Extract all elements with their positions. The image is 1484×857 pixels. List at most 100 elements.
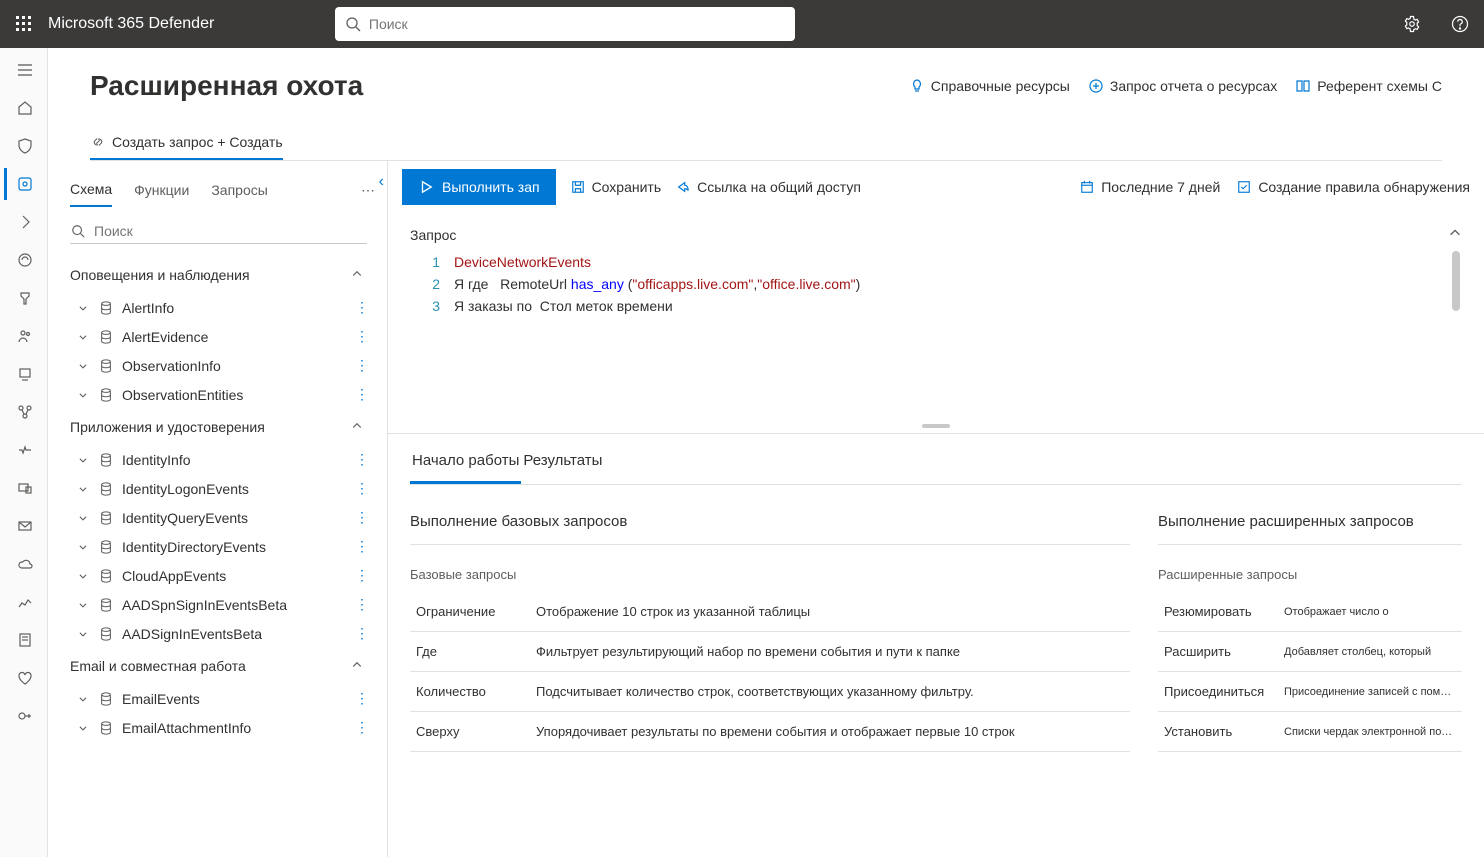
schema-table[interactable]: ObservationInfo ⋮	[68, 351, 381, 380]
page-title: Расширенная охота	[90, 70, 363, 102]
row-desc: Присоединение записей с помощью об	[1278, 672, 1462, 712]
nav-people-icon[interactable]	[4, 320, 44, 352]
table-more-icon[interactable]: ⋮	[355, 357, 377, 374]
page-link-report[interactable]: Запрос отчета о ресурсах	[1088, 78, 1277, 94]
schema-search[interactable]	[70, 219, 367, 244]
table-row[interactable]: ГдеФильтрует результирующий набор по вре…	[410, 632, 1130, 672]
tab-queries[interactable]: Запросы	[211, 174, 267, 206]
tab-results[interactable]: Результаты	[521, 440, 604, 484]
collapse-panel-icon[interactable]: ‹	[375, 169, 388, 195]
chevron-down-icon	[76, 720, 90, 736]
tab-schema[interactable]: Схема	[70, 173, 112, 207]
schema-table[interactable]: IdentityLogonEvents ⋮	[68, 474, 381, 503]
settings-icon[interactable]	[1396, 8, 1428, 40]
run-query-button[interactable]: Выполнить зап	[402, 169, 556, 205]
schema-category[interactable]: Оповещения и наблюдения	[68, 257, 381, 293]
table-row[interactable]: РезюмироватьОтображает число о	[1158, 592, 1462, 632]
query-tab[interactable]: Создать запрос + Создать	[90, 126, 283, 160]
global-search[interactable]	[335, 7, 795, 41]
nav-heart-icon[interactable]	[4, 662, 44, 694]
nav-health-icon[interactable]	[4, 434, 44, 466]
table-row[interactable]: ПрисоединитьсяПрисоединение записей с по…	[1158, 672, 1462, 712]
schema-table[interactable]: AADSignInEventsBeta ⋮	[68, 619, 381, 648]
table-more-icon[interactable]: ⋮	[355, 480, 377, 497]
page-link-label: Запрос отчета о ресурсах	[1110, 78, 1277, 94]
global-search-input[interactable]	[369, 16, 785, 32]
table-more-icon[interactable]: ⋮	[355, 299, 377, 316]
schema-table[interactable]: AlertInfo ⋮	[68, 293, 381, 322]
row-desc: Отображение 10 строк из указанной таблиц…	[530, 592, 1130, 632]
schema-table[interactable]: EmailAttachmentInfo ⋮	[68, 713, 381, 742]
table-icon	[98, 387, 114, 403]
query-toolbar: Выполнить зап Сохранить Ссылка на общий …	[388, 161, 1484, 214]
table-icon	[98, 539, 114, 555]
share-button[interactable]: Ссылка на общий доступ	[675, 179, 861, 195]
collapse-query-icon[interactable]	[1448, 226, 1462, 243]
save-icon	[570, 179, 586, 195]
row-desc: Фильтрует результирующий набор по времен…	[530, 632, 1130, 672]
schema-table[interactable]: ObservationEntities ⋮	[68, 380, 381, 409]
splitter[interactable]	[388, 419, 1484, 433]
nav-tutorials-icon[interactable]	[4, 358, 44, 390]
query-editor[interactable]: 123 DeviceNetworkEventsЯ где RemoteUrl h…	[410, 251, 1462, 411]
tab-functions[interactable]: Функции	[134, 174, 189, 206]
schema-category[interactable]: Приложения и удостоверения	[68, 409, 381, 445]
schema-table[interactable]: CloudAppEvents ⋮	[68, 561, 381, 590]
schema-table[interactable]: AADSpnSignInEventsBeta ⋮	[68, 590, 381, 619]
table-row[interactable]: РасширитьДобавляет столбец, который	[1158, 632, 1462, 672]
advanced-queries-table: РезюмироватьОтображает число оРасширитьД…	[1158, 592, 1462, 752]
schema-table[interactable]: IdentityDirectoryEvents ⋮	[68, 532, 381, 561]
schema-table[interactable]: AlertEvidence ⋮	[68, 322, 381, 351]
help-icon[interactable]	[1444, 8, 1476, 40]
tab-getting-started[interactable]: Начало работы	[410, 440, 521, 484]
nav-home-icon[interactable]	[4, 92, 44, 124]
app-launcher-icon[interactable]	[8, 8, 40, 40]
editor-code[interactable]: DeviceNetworkEventsЯ где RemoteUrl has_a…	[454, 251, 1462, 411]
time-range-button[interactable]: Последние 7 дней	[1079, 179, 1220, 195]
table-more-icon[interactable]: ⋮	[355, 719, 377, 736]
chevron-down-icon	[76, 387, 90, 403]
time-range-label: Последние 7 дней	[1101, 179, 1220, 195]
nav-permissions-icon[interactable]	[4, 700, 44, 732]
nav-audit-icon[interactable]	[4, 624, 44, 656]
nav-score-icon[interactable]	[4, 282, 44, 314]
save-button[interactable]: Сохранить	[570, 179, 662, 195]
page-link-resources[interactable]: Справочные ресурсы	[909, 78, 1070, 94]
create-rule-button[interactable]: Создание правила обнаружения	[1236, 179, 1470, 195]
schema-table-name: IdentityInfo	[122, 452, 191, 468]
table-more-icon[interactable]: ⋮	[355, 451, 377, 468]
table-more-icon[interactable]: ⋮	[355, 538, 377, 555]
table-row[interactable]: КоличествоПодсчитывает количество строк,…	[410, 672, 1130, 712]
nav-reports-icon[interactable]	[4, 586, 44, 618]
nav-hamburger-icon[interactable]	[4, 54, 44, 86]
nav-actions-icon[interactable]	[4, 206, 44, 238]
chevron-down-icon	[76, 691, 90, 707]
page-link-schema[interactable]: Референт схемы С	[1295, 78, 1442, 94]
schema-category[interactable]: Email и совместная работа	[68, 648, 381, 684]
nav-partner-icon[interactable]	[4, 396, 44, 428]
schema-tree[interactable]: Оповещения и наблюдения AlertInfo ⋮ Aler…	[68, 257, 387, 857]
table-more-icon[interactable]: ⋮	[355, 386, 377, 403]
table-row[interactable]: СверхуУпорядочивает результаты по времен…	[410, 712, 1130, 752]
table-more-icon[interactable]: ⋮	[355, 625, 377, 642]
nav-cloud-icon[interactable]	[4, 548, 44, 580]
table-more-icon[interactable]: ⋮	[355, 509, 377, 526]
table-more-icon[interactable]: ⋮	[355, 328, 377, 345]
table-more-icon[interactable]: ⋮	[355, 567, 377, 584]
table-more-icon[interactable]: ⋮	[355, 690, 377, 707]
table-row[interactable]: ОграничениеОтображение 10 строк из указа…	[410, 592, 1130, 632]
table-icon	[98, 568, 114, 584]
schema-table[interactable]: IdentityInfo ⋮	[68, 445, 381, 474]
nav-threat-icon[interactable]	[4, 244, 44, 276]
nav-hunting-icon[interactable]	[4, 168, 44, 200]
schema-search-input[interactable]	[94, 223, 367, 239]
editor-scrollbar[interactable]	[1448, 251, 1462, 411]
nav-shield-icon[interactable]	[4, 130, 44, 162]
table-more-icon[interactable]: ⋮	[355, 596, 377, 613]
table-row[interactable]: УстановитьСписки чердак электронной почт…	[1158, 712, 1462, 752]
more-tabs-icon[interactable]: ⋯	[361, 182, 375, 199]
schema-table[interactable]: IdentityQueryEvents ⋮	[68, 503, 381, 532]
nav-devices-icon[interactable]	[4, 472, 44, 504]
nav-email-icon[interactable]	[4, 510, 44, 542]
schema-table[interactable]: EmailEvents ⋮	[68, 684, 381, 713]
